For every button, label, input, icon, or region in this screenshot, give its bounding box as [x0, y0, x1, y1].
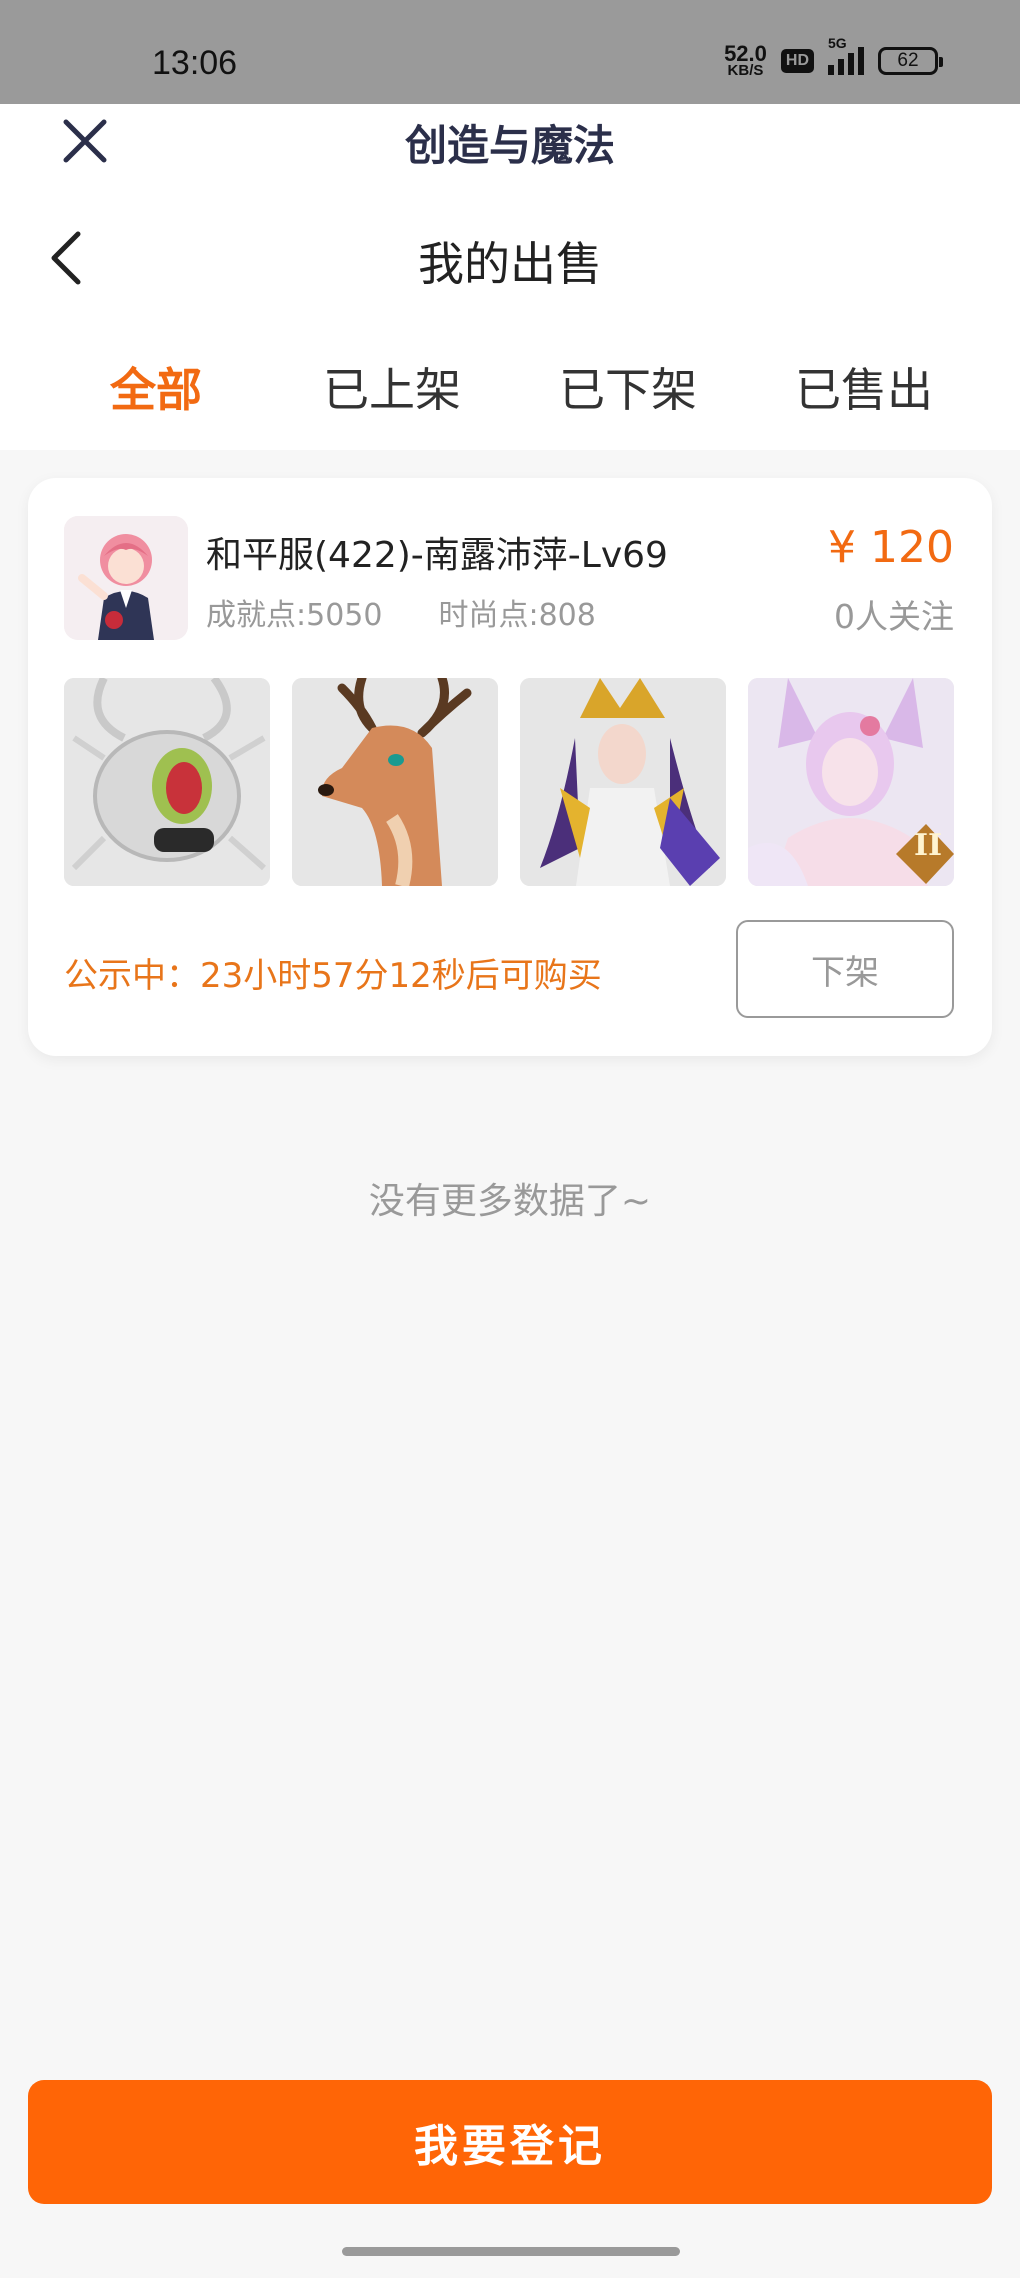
fashion-points: 时尚点:808	[438, 598, 596, 633]
thumbnail-tier-badge: II	[914, 828, 943, 863]
tab-listed[interactable]: 已上架	[323, 354, 461, 420]
home-indicator[interactable]	[342, 2247, 680, 2256]
listing-stats: 成就点:5050 时尚点:808	[206, 590, 596, 634]
tab-bar: 全部 已上架 已下架 已售出	[0, 354, 1020, 424]
network-speed-value: 52.0	[724, 41, 767, 66]
network-speed-unit: KB/S	[727, 61, 764, 79]
follower-count: 0人关注	[834, 597, 954, 636]
thumbnail-silver-mecha[interactable]	[64, 678, 270, 886]
tab-delisted[interactable]: 已下架	[559, 354, 697, 420]
register-button[interactable]: 我要登记	[28, 2080, 992, 2204]
tab-all[interactable]: 全部	[110, 354, 202, 420]
delist-button[interactable]: 下架	[736, 920, 954, 1018]
app-title: 创造与魔法	[404, 121, 615, 170]
thumbnail-fox-spirit[interactable]: II	[748, 678, 954, 886]
tab-sold[interactable]: 已售出	[795, 354, 933, 420]
header: 创造与魔法 我的出售 全部 已上架 已下架 已售出	[0, 104, 1020, 450]
thumbnail-deer[interactable]	[292, 678, 498, 886]
character-avatar	[64, 516, 188, 640]
status-bar: 13:06 52.0 KB/S HD 5G 62	[0, 0, 1020, 104]
battery-icon: 62	[878, 46, 943, 75]
item-thumbnails: II	[64, 678, 956, 886]
no-more-data-text: 没有更多数据了~	[368, 1181, 652, 1222]
signal-icon: 5G	[828, 35, 864, 75]
thumbnail-golden-queen[interactable]	[520, 678, 726, 886]
network-speed: 52.0 KB/S	[724, 41, 767, 79]
listing-title: 和平服(422)-南露沛萍-Lv69	[206, 535, 668, 576]
hd-icon: HD	[780, 48, 814, 73]
status-icons: 52.0 KB/S HD 5G 62	[724, 35, 943, 79]
network-type: 5G	[828, 34, 847, 51]
page-title: 我的出售	[418, 237, 602, 291]
battery-level: 62	[897, 49, 919, 71]
publicity-notice: 公示中：23小时57分12秒后可购买	[64, 956, 602, 996]
listing-card[interactable]: 和平服(422)-南露沛萍-Lv69 成就点:5050 时尚点:808 ¥ 120…	[28, 478, 992, 1056]
status-time: 13:06	[152, 44, 238, 82]
achievement-points: 成就点:5050	[206, 598, 383, 633]
listing-price: ¥ 120	[828, 522, 954, 573]
